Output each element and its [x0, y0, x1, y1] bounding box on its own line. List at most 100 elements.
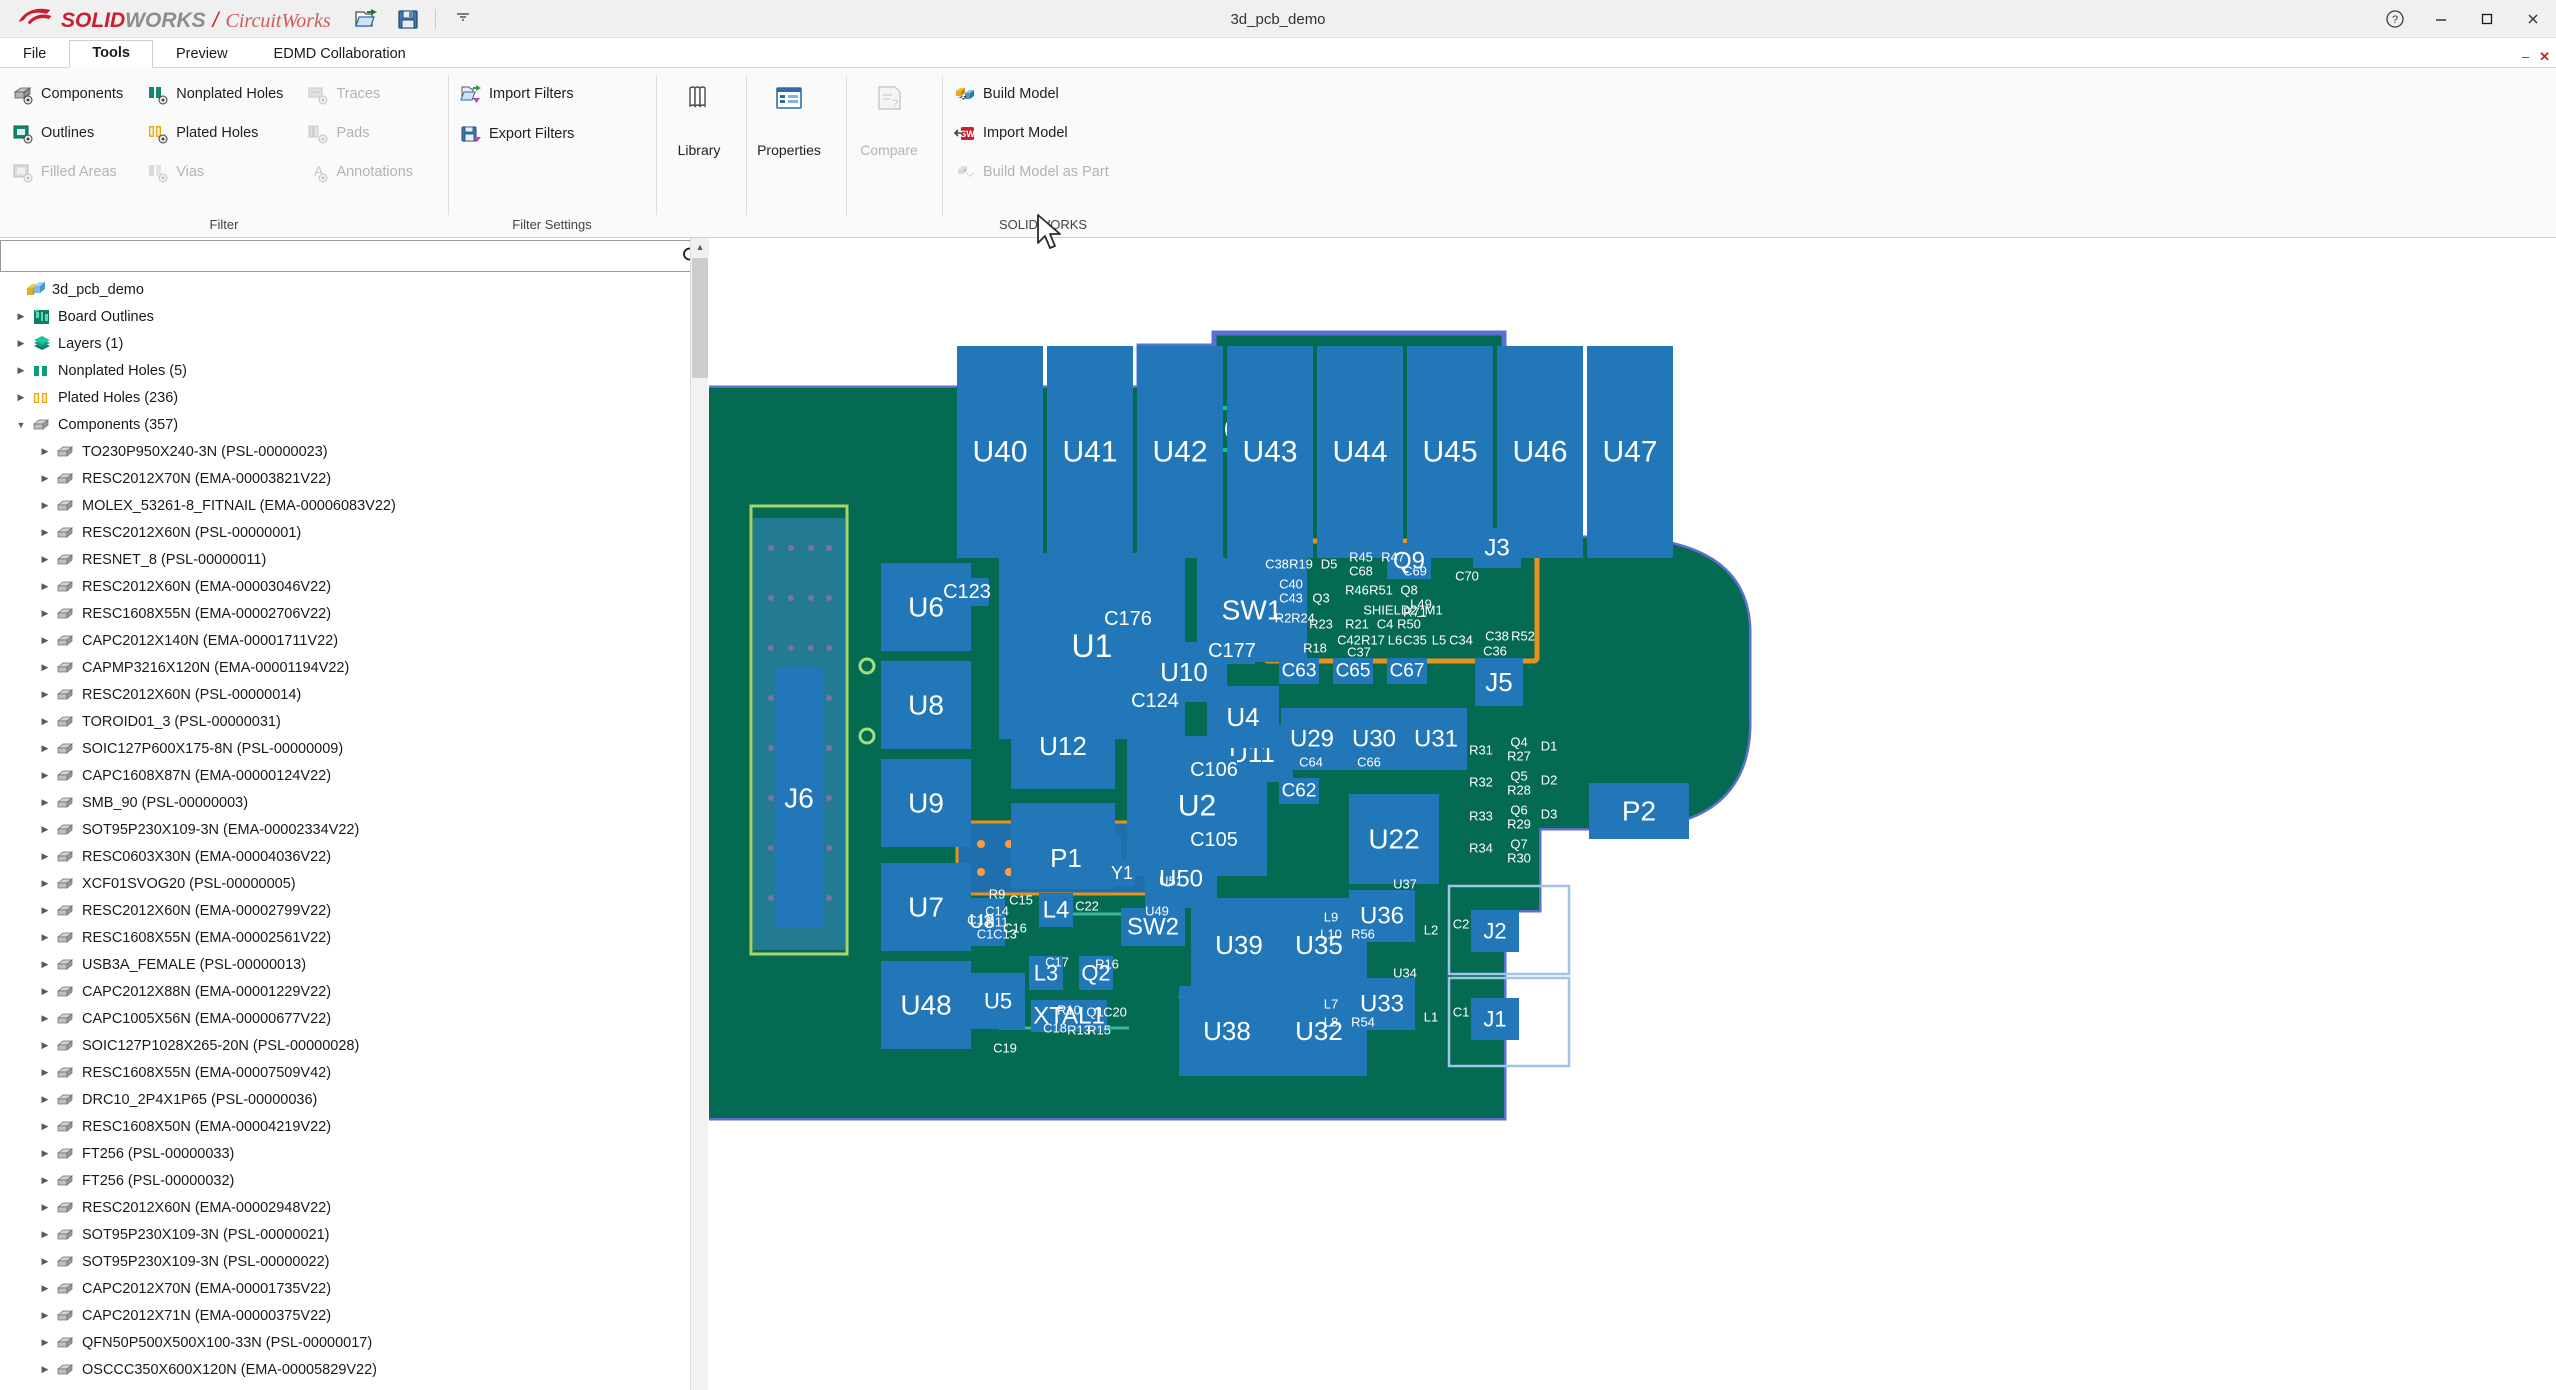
pcb-component-body[interactable] [1105, 606, 1151, 632]
tree-component-item[interactable]: ▶ RESC2012X60N (PSL-00000001) [0, 519, 707, 546]
tree-component-item[interactable]: ▶ RESC2012X70N (EMA-00003821V22) [0, 465, 707, 492]
pcb-component[interactable]: J2 [1471, 910, 1519, 952]
tree-component-item[interactable]: ▶ OSCCC350X600X120N (EMA-00005829V22) [0, 1356, 707, 1383]
tree-component-item[interactable]: ▶ RESC2012X60N (PSL-00000014) [0, 681, 707, 708]
pcb-component-body[interactable] [1473, 528, 1521, 568]
expand-arrow-icon[interactable]: ▶ [36, 743, 54, 754]
tab-file[interactable]: File [0, 41, 69, 68]
pcb-component[interactable]: Y1 [1109, 860, 1135, 886]
pcb-component-body[interactable] [1079, 956, 1113, 990]
maximize-button[interactable] [2464, 0, 2510, 38]
pcb-component[interactable]: U9 [881, 759, 971, 847]
pcb-component[interactable]: U36 [1349, 890, 1415, 942]
pcb-component-body[interactable] [881, 961, 971, 1049]
pcb-component-body[interactable] [1279, 778, 1319, 804]
tree-component-item[interactable]: ▶ SOT95P230X109-3N (EMA-00002334V22) [0, 816, 707, 843]
tree-node-board-outlines[interactable]: ▶ Board Outlines [0, 303, 707, 330]
tree-component-item[interactable]: ▶ RESC2012X60N (EMA-00003046V22) [0, 573, 707, 600]
pcb-component-body[interactable] [1349, 794, 1439, 884]
tree-component-item[interactable]: ▶TO230P950X240-3N (PSL-00000024) [0, 1383, 707, 1390]
pcb-component-body[interactable] [1109, 860, 1135, 886]
pcb-component-body[interactable] [1407, 346, 1493, 558]
pcb-component-body[interactable] [1227, 346, 1313, 558]
pcb-3d-viewport[interactable]: CADENCE_LOGO_M1 PS_LOGO_THRULEN_M1 SILKS… [709, 238, 2556, 1390]
pcb-component-body[interactable] [1387, 543, 1431, 579]
import-filters-button[interactable]: Import Filters [448, 74, 586, 114]
pcb-component-body[interactable] [881, 661, 971, 749]
pcb-component-body[interactable] [1031, 1000, 1107, 1032]
pcb-component-body[interactable] [1207, 686, 1279, 748]
pcb-component-body[interactable] [1471, 998, 1519, 1040]
pcb-component[interactable]: U7 [881, 863, 971, 951]
pcb-component-body[interactable] [1029, 956, 1063, 990]
tree-component-item[interactable]: ▶ SOIC127P600X175-8N (PSL-00000009) [0, 735, 707, 762]
pcb-component[interactable]: U33 [1349, 978, 1415, 1030]
plated-holes-button[interactable]: Plated Holes [135, 113, 295, 152]
expand-arrow-icon[interactable]: ▶ [12, 365, 30, 376]
expand-arrow-icon[interactable]: ▶ [36, 1013, 54, 1024]
pcb-component-body[interactable] [1587, 346, 1673, 558]
expand-arrow-icon[interactable]: ▶ [36, 1121, 54, 1132]
pcb-component[interactable]: U41 [1047, 346, 1133, 558]
build-model-button[interactable]: Build Model [942, 74, 1121, 113]
tab-preview[interactable]: Preview [153, 41, 251, 68]
tree-component-item[interactable]: ▶ RESC2012X60N (EMA-00002799V22) [0, 897, 707, 924]
customize-qat-icon[interactable] [449, 11, 477, 26]
pcb-component[interactable]: U4 [1207, 686, 1279, 748]
pcb-component[interactable]: U48 [881, 961, 971, 1049]
expand-arrow-icon[interactable]: ▶ [36, 500, 54, 511]
pcb-component[interactable]: L3 [1029, 956, 1063, 990]
pcb-component-body[interactable] [1497, 346, 1583, 558]
expand-arrow-icon[interactable]: ▶ [36, 986, 54, 997]
tree-component-item[interactable]: ▶ CAPC1608X87N (EMA-00000124V22) [0, 762, 707, 789]
pcb-component-body[interactable] [1011, 703, 1115, 789]
expand-arrow-icon[interactable]: ▶ [36, 689, 54, 700]
pcb-component-body[interactable] [1209, 638, 1255, 664]
pcb-component[interactable]: C177 [1208, 638, 1256, 664]
pcb-component-body[interactable] [775, 668, 823, 928]
tree-component-item[interactable]: ▶ SOT95P230X109-3N (PSL-00000021) [0, 1221, 707, 1248]
close-button[interactable] [2510, 0, 2556, 38]
tree-component-item[interactable]: ▶ SOIC127P1028X265-20N (PSL-00000028) [0, 1032, 707, 1059]
tree-component-item[interactable]: ▶ RESC0603X30N (EMA-00004036V22) [0, 843, 707, 870]
expand-arrow-icon[interactable]: ▶ [36, 1175, 54, 1186]
pcb-component-body[interactable] [1471, 910, 1519, 952]
pcb-component-body[interactable] [1011, 836, 1121, 880]
tree-component-item[interactable]: ▶ SMB_90 (PSL-00000003) [0, 789, 707, 816]
tree-component-item[interactable]: ▶ RESC1608X55N (EMA-00007509V42) [0, 1059, 707, 1086]
tree-component-item[interactable]: ▶ XCF01SVOG20 (PSL-00000005) [0, 870, 707, 897]
tab-tools[interactable]: Tools [69, 40, 153, 68]
tree-node-nonplated-holes[interactable]: ▶ Nonplated Holes (5) [0, 357, 707, 384]
pcb-component-body[interactable] [1317, 346, 1403, 558]
pcb-component-body[interactable] [881, 863, 971, 951]
expand-arrow-icon[interactable]: ▶ [12, 311, 30, 322]
tree-component-item[interactable]: ▶ MOLEX_53261-8_FITNAIL (EMA-00006083V22) [0, 492, 707, 519]
tree-scrollbar[interactable]: ▲ [690, 238, 709, 1390]
pcb-component-body[interactable] [1137, 346, 1223, 558]
pcb-component-body[interactable] [1405, 708, 1467, 770]
pcb-component-body[interactable] [1475, 658, 1523, 706]
tree-component-item[interactable]: ▶ CAPC1005X56N (EMA-00000677V22) [0, 1005, 707, 1032]
tree-component-item[interactable]: ▶ RESC2012X60N (EMA-00002948V22) [0, 1194, 707, 1221]
pcb-component-body[interactable] [1191, 756, 1237, 784]
pcb-component-body[interactable] [1349, 890, 1415, 942]
pcb-component[interactable]: U29 [1281, 708, 1343, 770]
pcb-component[interactable]: P2 [1589, 783, 1689, 839]
pcb-render[interactable]: CADENCE_LOGO_M1 PS_LOGO_THRULEN_M1 SILKS… [709, 238, 2556, 1390]
scrollbar-thumb[interactable] [692, 258, 708, 378]
pcb-component[interactable]: J5 [1475, 658, 1523, 706]
pcb-component-body[interactable] [1191, 826, 1237, 854]
pcb-component[interactable]: U45 [1407, 346, 1493, 558]
pcb-component[interactable]: U40 [957, 346, 1043, 558]
expand-arrow-icon[interactable]: ▶ [36, 635, 54, 646]
pcb-component-body[interactable] [1121, 908, 1185, 946]
expand-arrow-icon[interactable]: ▶ [36, 797, 54, 808]
expand-arrow-icon[interactable]: ▶ [36, 1229, 54, 1240]
pcb-component-body[interactable] [1039, 893, 1073, 927]
pcb-component-body[interactable] [1281, 708, 1343, 770]
pcb-component[interactable]: U12 [1011, 703, 1115, 789]
nonplated-holes-button[interactable]: Nonplated Holes [135, 74, 295, 113]
pcb-component[interactable]: C124 [1131, 688, 1179, 714]
properties-button[interactable]: Properties [746, 74, 832, 158]
expand-arrow-icon[interactable]: ▶ [36, 446, 54, 457]
